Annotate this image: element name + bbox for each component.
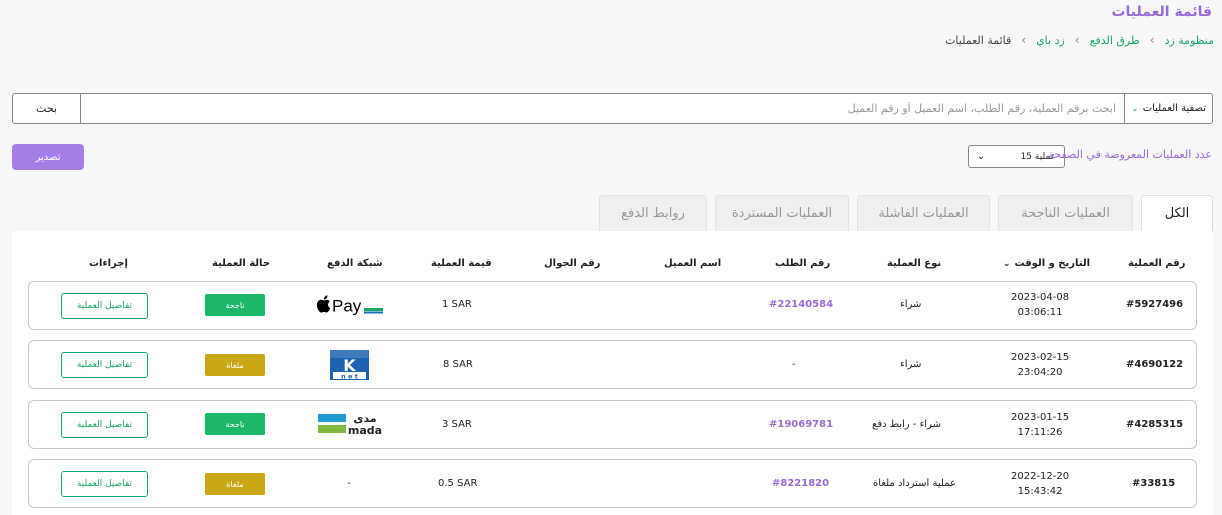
operation-time: 23:04:20 (1017, 367, 1063, 378)
breadcrumb-item-zid-system[interactable]: منظومة زد (1165, 34, 1214, 47)
column-header-operation-no: رقم العملية (1128, 258, 1186, 269)
operation-date: 2023-01-15 (1011, 412, 1070, 423)
operation-datetime: 2023-01-15 17:11:26 (1011, 410, 1069, 440)
operation-no: #5927496 (1126, 299, 1184, 310)
operation-no: #4285315 (1126, 419, 1184, 430)
breadcrumb: منظومة زد ‹ طرق الدفع ‹ زد باي ‹ قائمة ا… (945, 33, 1214, 47)
column-header-network: شبكة الدفع (327, 258, 383, 269)
status-badge: ناجحة (205, 413, 265, 435)
operation-amount: 3 SAR (442, 419, 472, 430)
operation-details-button[interactable]: تفاصيل العملية (61, 352, 148, 378)
operation-amount: 0.5 SAR (438, 478, 478, 489)
knet-icon: K n e t (330, 350, 369, 384)
operation-datetime: 2023-04-08 03:06:11 (1011, 290, 1069, 320)
operation-date: 2022-12-20 (1011, 471, 1070, 482)
search-bar: بحث ⌄ تصفية العمليات (12, 93, 1213, 124)
order-number: - (792, 359, 796, 370)
column-header-customer-name: اسم العميل (664, 258, 722, 269)
operation-amount: 1 SAR (442, 299, 472, 310)
chevron-left-icon: ‹ (1021, 33, 1027, 47)
operation-time: 17:11:26 (1017, 427, 1063, 438)
network-name: mada (348, 424, 382, 436)
operation-type: عملية استرداد ملغاة (873, 478, 956, 489)
operation-date: 2023-02-15 (1011, 352, 1070, 363)
chevron-down-icon: ⌄ (977, 151, 986, 162)
operation-no: #4690122 (1126, 359, 1184, 370)
search-input[interactable] (81, 94, 1124, 123)
order-link[interactable]: #8221820 (772, 478, 829, 489)
column-header-datetime[interactable]: ⌄ التاريخ و الوقت (1003, 258, 1090, 269)
operation-amount: 8 SAR (443, 359, 473, 370)
operation-datetime: 2022-12-20 15:43:42 (1011, 469, 1069, 499)
page-title: قائمة العمليات (1111, 4, 1212, 20)
column-header-datetime-label: التاريخ و الوقت (1014, 258, 1091, 269)
apple-pay-icon: Pay (316, 295, 385, 321)
operation-details-button[interactable]: تفاصيل العملية (61, 293, 148, 319)
order-link[interactable]: #22140584 (769, 299, 833, 310)
tab-failed[interactable]: العمليات الفاشلة (857, 195, 990, 231)
operation-details-button[interactable]: تفاصيل العملية (61, 412, 148, 438)
column-header-status: حالة العملية (212, 258, 271, 269)
operation-details-button[interactable]: تفاصيل العملية (61, 471, 148, 497)
chevron-left-icon: ‹ (1074, 33, 1080, 47)
tab-refunded[interactable]: العمليات المستردة (715, 195, 849, 231)
order-link[interactable]: #19069781 (769, 419, 833, 430)
column-header-actions: إجراءات (89, 258, 128, 269)
search-button[interactable]: بحث (13, 94, 81, 123)
network-name: Pay (332, 297, 362, 316)
per-page-label: عدد العمليات المعروضة في الصفحة (1048, 148, 1212, 161)
tab-successful[interactable]: العمليات الناجحة (998, 195, 1133, 231)
network-name: - (347, 478, 351, 489)
column-header-order-no: رقم الطلب (775, 258, 831, 269)
mada-icon: مدى mada (317, 412, 383, 440)
breadcrumb-item-payment-methods[interactable]: طرق الدفع (1090, 34, 1140, 47)
operation-type: شراء (900, 359, 922, 370)
status-badge: ملغاة (205, 354, 265, 376)
operation-time: 15:43:42 (1017, 486, 1063, 497)
sort-chevron-icon: ⌄ (1003, 259, 1011, 269)
column-header-type: نوع العملية (887, 258, 942, 269)
status-badge: ملغاة (205, 473, 265, 495)
column-header-mobile: رقم الجوال (544, 258, 601, 269)
column-header-amount: قيمة العملية (431, 258, 492, 269)
chevron-down-icon: ⌄ (1131, 103, 1139, 114)
export-button[interactable]: تصدير (12, 144, 84, 170)
operation-datetime: 2023-02-15 23:04:20 (1011, 350, 1069, 380)
status-badge: ناجحة (205, 294, 265, 316)
operation-type: شراء (900, 299, 922, 310)
chevron-left-icon: ‹ (1149, 33, 1155, 47)
tab-all[interactable]: الكل (1141, 195, 1213, 231)
filter-operations-label: تصفية العمليات (1142, 103, 1206, 114)
operation-no: #33815 (1132, 478, 1176, 489)
operation-date: 2023-04-08 (1011, 292, 1070, 303)
svg-text:n e t: n e t (341, 372, 358, 380)
operation-type: شراء - رابط دفع (872, 419, 941, 430)
filter-operations-dropdown[interactable]: ⌄ تصفية العمليات (1124, 94, 1212, 123)
tab-payment-links[interactable]: روابط الدفع (599, 195, 707, 231)
breadcrumb-item-zid-pay[interactable]: زد باي (1036, 34, 1065, 47)
operation-time: 03:06:11 (1017, 307, 1063, 318)
breadcrumb-item-current: قائمة العمليات (945, 33, 1012, 47)
